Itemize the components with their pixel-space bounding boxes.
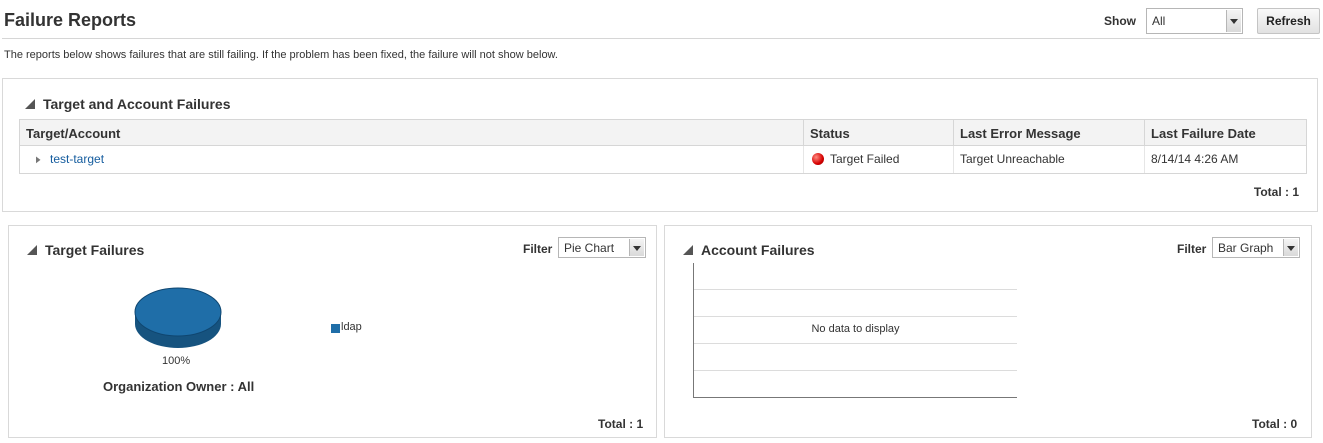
- panel-title: Account Failures: [701, 242, 815, 258]
- chart-type-select[interactable]: Pie Chart: [558, 237, 646, 258]
- target-account-failures-panel: Target and Account Failures Target/Accou…: [2, 78, 1318, 212]
- panel-title: Target Failures: [45, 242, 145, 258]
- table-header: Target/Account Status Last Error Message…: [20, 120, 1306, 146]
- show-label: Show: [1104, 14, 1136, 28]
- legend-label-ldap: ldap: [341, 321, 362, 333]
- collapse-icon[interactable]: [25, 99, 35, 109]
- legend-swatch-ldap: [331, 324, 340, 333]
- error-status-icon: [812, 153, 824, 165]
- page-title: Failure Reports: [4, 10, 137, 30]
- refresh-button[interactable]: Refresh: [1257, 8, 1320, 34]
- organization-owner-label: Organization Owner : All: [103, 379, 255, 394]
- collapse-icon[interactable]: [683, 245, 693, 255]
- target-link[interactable]: test-target: [50, 152, 104, 166]
- pie-slice-ldap: [134, 287, 222, 337]
- gridline: [694, 289, 1017, 290]
- expand-icon[interactable]: [36, 155, 42, 164]
- no-data-message: No data to display: [811, 323, 900, 335]
- failures-table: Target/Account Status Last Error Message…: [19, 119, 1307, 174]
- chart-type-value: Pie Chart: [564, 241, 615, 255]
- column-header-message[interactable]: Last Error Message: [954, 120, 1145, 145]
- column-header-date[interactable]: Last Failure Date: [1145, 120, 1306, 145]
- chart-type-value: Bar Graph: [1218, 241, 1274, 255]
- target-failures-panel: Target Failures Filter Pie Chart 100% Or…: [8, 225, 657, 438]
- gridline: [694, 370, 1017, 371]
- intro-text: The reports below shows failures that ar…: [4, 49, 558, 61]
- chevron-down-icon[interactable]: [629, 239, 644, 256]
- failures-total: Total : 1: [1253, 185, 1299, 199]
- title-divider: [2, 38, 1320, 39]
- gridline: [694, 343, 1017, 344]
- target-failures-total: Total : 1: [598, 417, 644, 431]
- filter-label: Filter: [523, 242, 553, 256]
- chevron-down-icon[interactable]: [1283, 239, 1298, 256]
- message-cell: Target Unreachable: [954, 146, 1145, 173]
- account-failures-total: Total : 0: [1252, 417, 1298, 431]
- show-select[interactable]: All: [1146, 8, 1243, 34]
- empty-bar-chart: No data to display: [693, 263, 1017, 398]
- pie-chart: [134, 287, 222, 348]
- show-select-value: All: [1152, 14, 1166, 28]
- status-text: Target Failed: [830, 152, 900, 166]
- collapse-icon[interactable]: [27, 245, 37, 255]
- chevron-down-icon[interactable]: [1226, 10, 1241, 32]
- panel-title: Target and Account Failures: [43, 96, 231, 112]
- column-header-target[interactable]: Target/Account: [20, 120, 804, 145]
- pie-percent-label: 100%: [162, 355, 191, 367]
- column-header-status[interactable]: Status: [804, 120, 954, 145]
- date-cell: 8/14/14 4:26 AM: [1151, 152, 1239, 166]
- gridline: [694, 316, 1017, 317]
- filter-label: Filter: [1177, 242, 1207, 256]
- account-failures-panel: Account Failures Filter Bar Graph No dat…: [664, 225, 1312, 438]
- target-cell: test-target: [20, 146, 804, 173]
- chart-type-select[interactable]: Bar Graph: [1212, 237, 1300, 258]
- table-row[interactable]: test-target Target Failed Target Unreach…: [20, 146, 1306, 173]
- status-cell: Target Failed: [804, 146, 954, 173]
